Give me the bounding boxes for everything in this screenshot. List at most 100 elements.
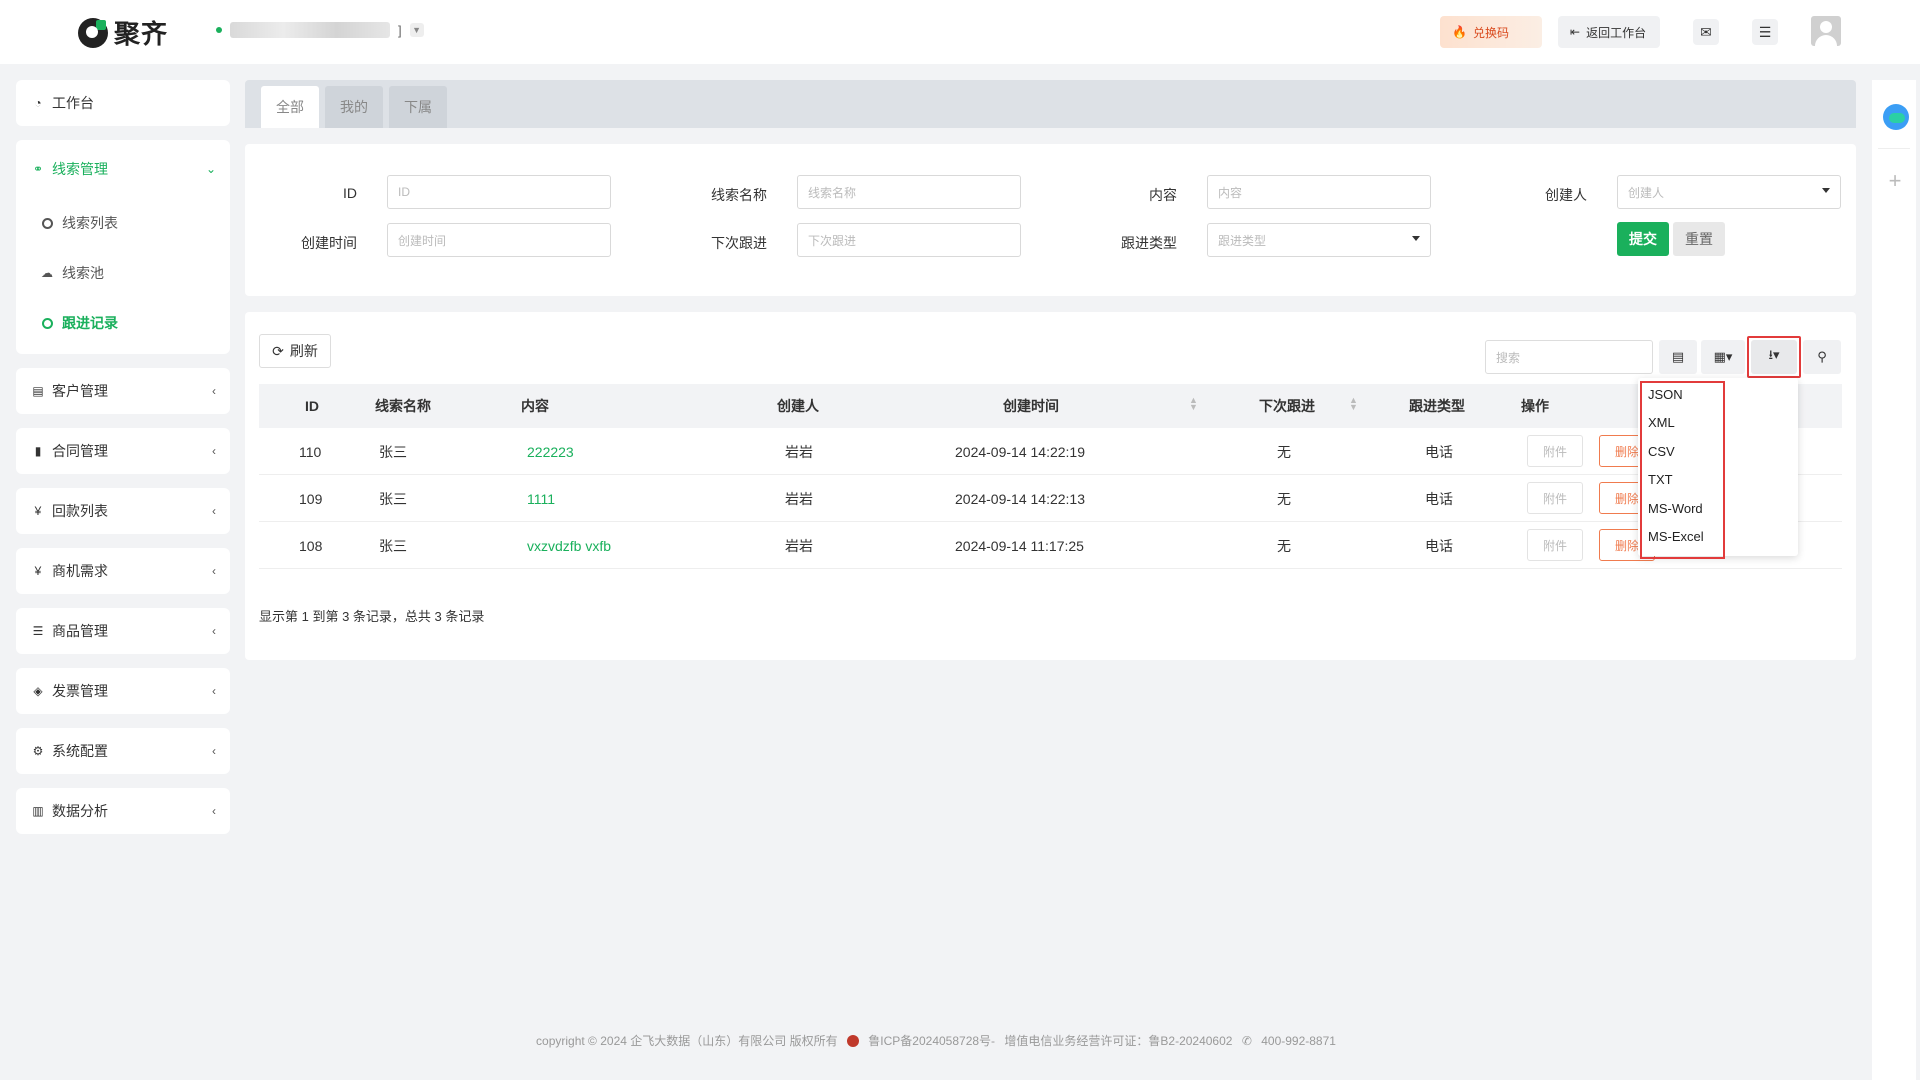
fire-icon: 🔥: [1452, 25, 1467, 39]
menu-icon[interactable]: ☰: [1752, 19, 1778, 45]
sidebar-subitem-label: 跟进记录: [62, 315, 118, 331]
attachment-button[interactable]: 附件: [1527, 482, 1583, 514]
column-header-content[interactable]: 内容: [521, 384, 549, 428]
redeem-code-button[interactable]: 🔥 兑换码: [1440, 16, 1542, 48]
follow-type-label: 跟进类型: [1121, 235, 1177, 251]
tab-subordinates[interactable]: 下属: [389, 86, 447, 128]
advanced-search-button[interactable]: ⚲: [1803, 340, 1841, 374]
sidebar-item-products[interactable]: ☰ 商品管理 ‹: [16, 608, 230, 654]
police-badge-icon: [846, 1035, 859, 1047]
caret-down-icon: [1412, 236, 1420, 241]
mail-icon[interactable]: ✉: [1693, 19, 1719, 45]
column-header-follow-type[interactable]: 跟进类型: [1409, 384, 1465, 428]
logo[interactable]: 聚齐: [78, 14, 168, 51]
refresh-icon: ⟳: [272, 342, 284, 359]
sidebar-item-leads[interactable]: ⚭ 线索管理 ⌄: [16, 140, 230, 198]
cell-created-time: 2024-09-14 14:22:13: [955, 490, 1085, 507]
cell-lead-name: 张三: [379, 537, 407, 554]
column-header-creator[interactable]: 创建人: [777, 384, 819, 428]
logo-text: 聚齐: [114, 19, 169, 49]
next-follow-input[interactable]: 下次跟进: [797, 223, 1021, 257]
cell-next-follow: 无: [1277, 537, 1291, 554]
content-label: 内容: [1149, 187, 1177, 203]
phone-icon: ✆: [1241, 1034, 1252, 1048]
chevron-down-icon[interactable]: ▼: [409, 23, 424, 37]
org-suffix: ]: [398, 22, 402, 38]
divider: [1878, 148, 1910, 149]
sidebar-item-payments[interactable]: ¥ 回款列表 ‹: [16, 488, 230, 534]
sidebar-subitem-lead-list[interactable]: 线索列表: [16, 198, 230, 248]
filter-form: ID ID 线索名称 线索名称 内容 内容 创建人 创建人 创建时间 创建时间 …: [245, 144, 1856, 296]
id-input[interactable]: ID: [387, 175, 611, 209]
sidebar-item-workbench[interactable]: ◔ 工作台: [16, 80, 230, 126]
sidebar-item-label: 数据分析: [52, 803, 108, 819]
cell-content-link[interactable]: 1111: [527, 475, 555, 522]
back-label: 返回工作台: [1586, 25, 1647, 40]
cell-id: 110: [299, 443, 322, 460]
reset-button[interactable]: 重置: [1673, 222, 1725, 256]
sidebar-item-label: 线索管理: [52, 161, 108, 177]
follow-type-select[interactable]: 跟进类型: [1207, 223, 1431, 257]
sidebar-subitem-follow-records[interactable]: 跟进记录: [16, 298, 230, 348]
caret-down-icon: [1822, 188, 1830, 193]
columns-button[interactable]: ▦▾: [1701, 340, 1745, 374]
sidebar-card-payments: ¥ 回款列表 ‹: [16, 488, 230, 534]
chevron-left-icon: ‹: [212, 744, 216, 758]
circle-icon: [40, 216, 54, 230]
lead-name-label: 线索名称: [711, 187, 767, 203]
column-header-created-time[interactable]: 创建时间: [1003, 384, 1059, 428]
avatar[interactable]: [1811, 16, 1841, 46]
column-header-next-follow[interactable]: 下次跟进: [1259, 384, 1315, 428]
cell-lead-name: 张三: [379, 443, 407, 460]
content-input[interactable]: 内容: [1207, 175, 1431, 209]
chat-assistant-icon[interactable]: [1883, 104, 1909, 130]
gears-icon: ⚙: [32, 744, 44, 758]
sidebar-item-settings[interactable]: ⚙ 系统配置 ‹: [16, 728, 230, 774]
sidebar-item-label: 商品管理: [52, 623, 108, 639]
footer: copyright © 2024 企飞大数据（山东）有限公司 版权所有 鲁ICP…: [0, 1032, 1872, 1049]
sidebar-item-label: 合同管理: [52, 443, 108, 459]
sidebar-subitem-label: 线索池: [62, 265, 104, 281]
submit-button[interactable]: 提交: [1617, 222, 1669, 256]
back-to-workbench-button[interactable]: ⇤ 返回工作台: [1558, 16, 1660, 48]
footer-icp[interactable]: 鲁ICP备2024058728号-: [868, 1034, 995, 1048]
sidebar-subitem-lead-pool[interactable]: ☁ 线索池: [16, 248, 230, 298]
sort-icon[interactable]: ▲ ▼: [1189, 396, 1198, 412]
sidebar-item-customers[interactable]: ▤ 客户管理 ‹: [16, 368, 230, 414]
dashboard-icon: ◔: [34, 96, 42, 110]
tab-all[interactable]: 全部: [261, 86, 319, 128]
sidebar-item-invoices[interactable]: ◈ 发票管理 ‹: [16, 668, 230, 714]
column-header-id[interactable]: ID: [305, 384, 319, 428]
tab-mine[interactable]: 我的: [325, 86, 383, 128]
chevron-left-icon: ‹: [212, 384, 216, 398]
cell-id: 108: [299, 537, 323, 554]
grid-columns-icon: ▦▾: [1713, 349, 1733, 364]
cell-next-follow: 无: [1277, 490, 1291, 507]
refresh-button[interactable]: ⟳ 刷新: [259, 334, 331, 368]
sidebar-card-settings: ⚙ 系统配置 ‹: [16, 728, 230, 774]
list-icon: ☰: [32, 624, 44, 638]
chevron-left-icon: ‹: [212, 564, 216, 578]
bookmark-icon: ▮: [34, 444, 42, 458]
org-switcher[interactable]: ] ▼: [216, 22, 424, 38]
toggle-view-button[interactable]: ▤: [1659, 340, 1697, 374]
created-time-input[interactable]: 创建时间: [387, 223, 611, 257]
table-search-input[interactable]: 搜索: [1485, 340, 1653, 374]
sidebar-item-analytics[interactable]: ▥ 数据分析 ‹: [16, 788, 230, 834]
search-icon: ⚲: [1817, 349, 1827, 364]
sidebar-item-opportunities[interactable]: ¥ 商机需求 ‹: [16, 548, 230, 594]
attachment-button[interactable]: 附件: [1527, 435, 1583, 467]
plus-icon[interactable]: +: [1884, 170, 1906, 192]
cell-content-link[interactable]: vxzvdzfb vxfb: [527, 522, 611, 569]
status-dot-icon: [216, 27, 222, 33]
cell-created-time: 2024-09-14 14:22:19: [955, 443, 1085, 460]
cell-content-link[interactable]: 222223: [527, 428, 574, 475]
creator-select[interactable]: 创建人: [1617, 175, 1841, 209]
chevron-left-icon: ‹: [212, 504, 216, 518]
sidebar-item-contracts[interactable]: ▮ 合同管理 ‹: [16, 428, 230, 474]
attachment-button[interactable]: 附件: [1527, 529, 1583, 561]
column-header-lead-name[interactable]: 线索名称: [375, 384, 431, 428]
sidebar-card-opportunities: ¥ 商机需求 ‹: [16, 548, 230, 594]
lead-name-input[interactable]: 线索名称: [797, 175, 1021, 209]
sort-icon[interactable]: ▲ ▼: [1349, 396, 1358, 412]
